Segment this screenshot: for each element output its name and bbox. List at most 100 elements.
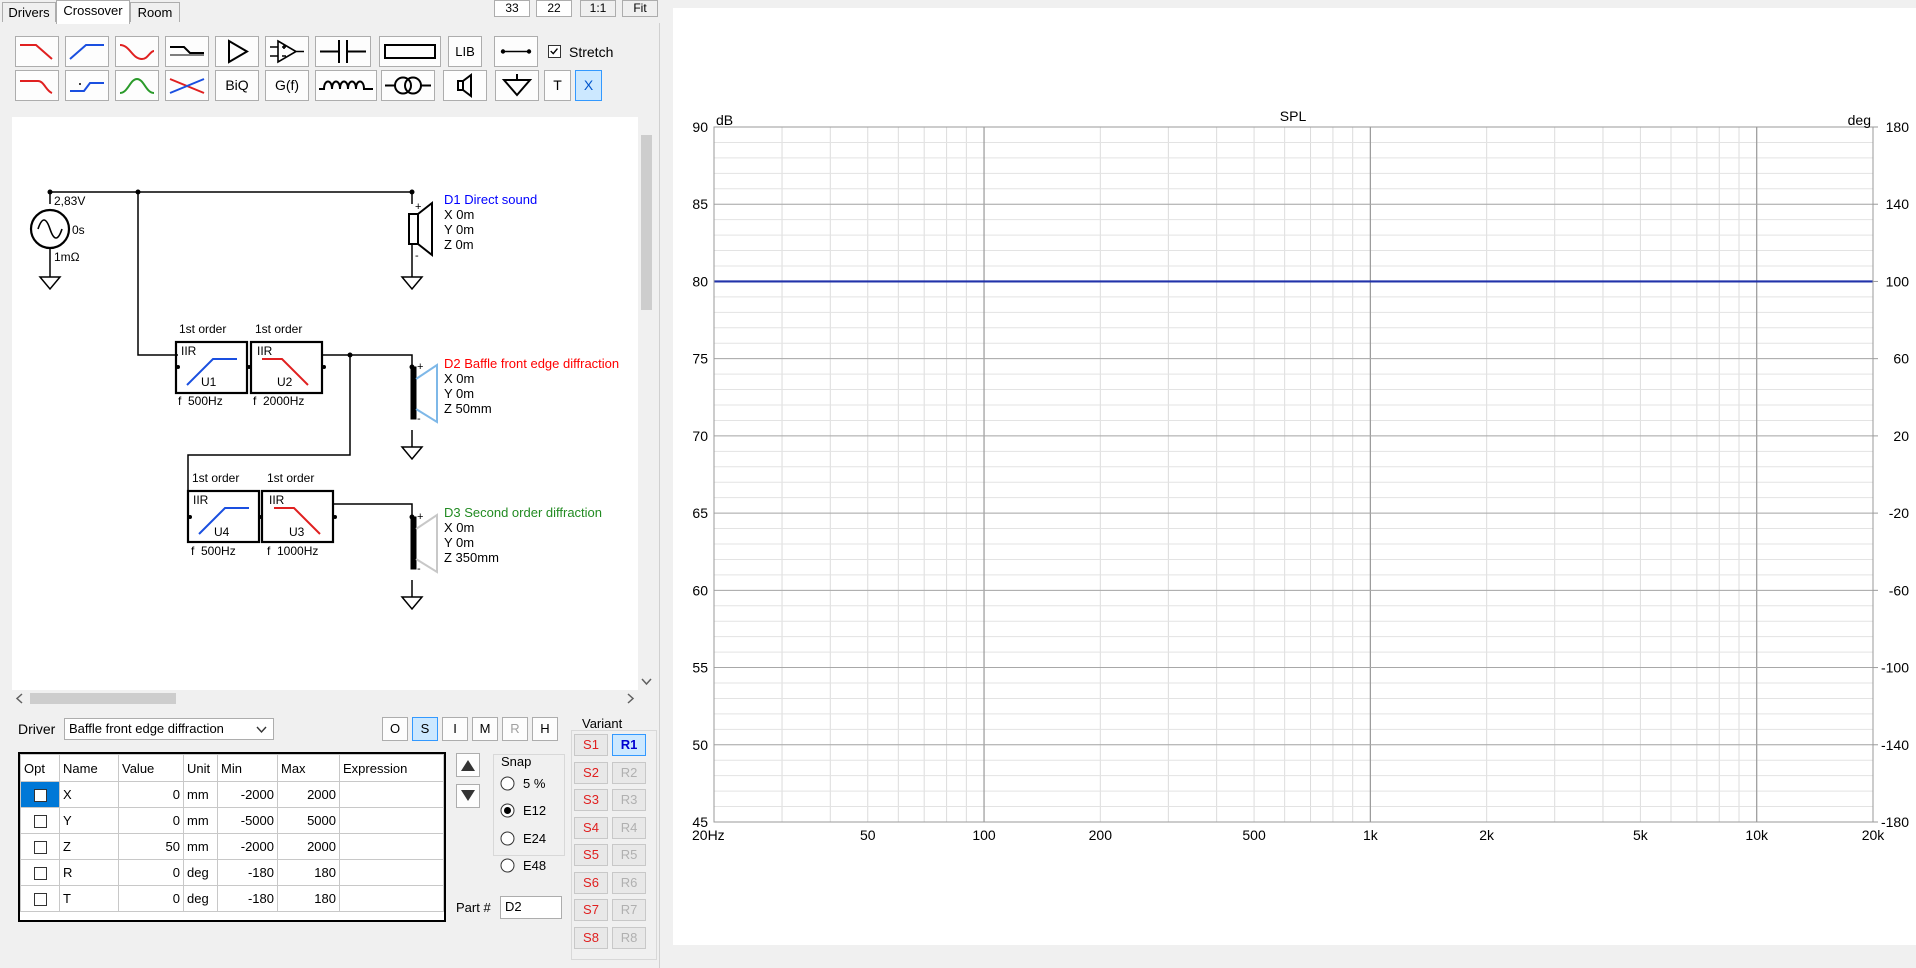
param-max[interactable]: 180 bbox=[277, 859, 340, 886]
variant-r7-button[interactable]: R7 bbox=[612, 899, 646, 921]
bandpass-shelf-tool-button[interactable] bbox=[115, 36, 159, 67]
top-value-1[interactable]: 33 bbox=[494, 0, 530, 17]
table-row[interactable]: Y 0 mm -5000 5000 bbox=[20, 807, 444, 834]
inductor-tool-button[interactable] bbox=[315, 70, 377, 101]
allpass-tool-button[interactable] bbox=[165, 36, 209, 67]
param-expression[interactable] bbox=[339, 885, 444, 912]
highpass2-tool-button[interactable] bbox=[65, 70, 109, 101]
lowpass2-tool-button[interactable] bbox=[15, 70, 59, 101]
transformer-tool-button[interactable] bbox=[381, 70, 435, 101]
opt-checkbox[interactable] bbox=[33, 789, 47, 803]
driver-d2-label[interactable]: D2 Baffle front edge diffraction X 0m Y … bbox=[444, 356, 619, 416]
table-row[interactable]: X 0 mm -2000 2000 bbox=[20, 781, 444, 808]
variant-r1-button[interactable]: R1 bbox=[612, 734, 646, 756]
variant-s3-button[interactable]: S3 bbox=[574, 789, 608, 811]
delete-tool-button[interactable]: X bbox=[575, 70, 602, 101]
param-value[interactable]: 0 bbox=[118, 781, 184, 808]
param-value[interactable]: 0 bbox=[118, 807, 184, 834]
param-min[interactable]: -180 bbox=[217, 885, 278, 912]
schematic-vertical-scrollbar[interactable] bbox=[638, 117, 655, 690]
opt-cell[interactable] bbox=[20, 807, 60, 834]
opt-checkbox[interactable] bbox=[33, 815, 47, 829]
param-value[interactable]: 0 bbox=[118, 885, 184, 912]
mode-r-button[interactable]: R bbox=[502, 717, 528, 741]
variant-s1-button[interactable]: S1 bbox=[574, 734, 608, 756]
mode-o-button[interactable]: O bbox=[382, 717, 408, 741]
tab-crossover[interactable]: Crossover bbox=[56, 0, 130, 24]
variant-r2-button[interactable]: R2 bbox=[612, 762, 646, 784]
tab-drivers[interactable]: Drivers bbox=[2, 2, 56, 22]
opt-cell[interactable] bbox=[20, 885, 60, 912]
radio-icon[interactable] bbox=[500, 858, 515, 873]
variant-s7-button[interactable]: S7 bbox=[574, 899, 608, 921]
spl-chart[interactable]: 20Hz 50 100 200 500 1k 2k 5k 10k 20k 45 50 55 60 65 70 7… bbox=[673, 8, 1916, 945]
opamp-tool-button[interactable] bbox=[265, 36, 309, 67]
table-row[interactable]: R 0 deg -180 180 bbox=[20, 859, 444, 886]
fit-button[interactable]: Fit bbox=[622, 0, 658, 17]
variant-r8-button[interactable]: R8 bbox=[612, 927, 646, 949]
opt-cell[interactable] bbox=[20, 859, 60, 886]
param-max[interactable]: 180 bbox=[277, 885, 340, 912]
mode-h-button[interactable]: H bbox=[532, 717, 558, 741]
text-tool-button[interactable]: T bbox=[544, 70, 571, 101]
stretch-check-box[interactable] bbox=[548, 45, 561, 58]
biquad-button[interactable]: BiQ bbox=[215, 70, 259, 101]
param-min[interactable]: -180 bbox=[217, 859, 278, 886]
vertical-scroll-thumb[interactable] bbox=[641, 135, 652, 310]
scroll-right-icon[interactable] bbox=[625, 693, 635, 704]
bandpass-tool-button[interactable] bbox=[115, 70, 159, 101]
scroll-down-icon[interactable] bbox=[641, 677, 652, 687]
ground-tool-button[interactable] bbox=[495, 70, 539, 101]
schematic-canvas[interactable]: + - + - + - 2,83V 0s 1mΩ D1 Direct sound X … bbox=[12, 117, 638, 690]
library-button[interactable]: LIB bbox=[448, 36, 482, 67]
radio-selected-icon[interactable] bbox=[500, 803, 515, 818]
driver-dropdown[interactable]: Baffle front edge diffraction bbox=[64, 718, 274, 740]
param-min[interactable]: -2000 bbox=[217, 833, 278, 860]
zoom-1to1-button[interactable]: 1:1 bbox=[580, 0, 616, 17]
highpass-tool-button[interactable] bbox=[65, 36, 109, 67]
param-value[interactable]: 0 bbox=[118, 859, 184, 886]
variant-r6-button[interactable]: R6 bbox=[612, 872, 646, 894]
variant-r4-button[interactable]: R4 bbox=[612, 817, 646, 839]
variant-s6-button[interactable]: S6 bbox=[574, 872, 608, 894]
param-expression[interactable] bbox=[339, 833, 444, 860]
tab-room[interactable]: Room bbox=[130, 2, 180, 22]
table-row[interactable]: T 0 deg -180 180 bbox=[20, 885, 444, 912]
notch-tool-button[interactable] bbox=[165, 70, 209, 101]
param-value[interactable]: 50 bbox=[118, 833, 184, 860]
variant-r5-button[interactable]: R5 bbox=[612, 844, 646, 866]
radio-icon[interactable] bbox=[500, 776, 515, 791]
opt-checkbox[interactable] bbox=[33, 867, 47, 881]
param-expression[interactable] bbox=[339, 859, 444, 886]
transfer-function-button[interactable]: G(f) bbox=[265, 70, 309, 101]
param-max[interactable]: 2000 bbox=[277, 781, 340, 808]
scroll-left-icon[interactable] bbox=[15, 693, 25, 704]
part-input[interactable]: D2 bbox=[500, 896, 562, 919]
move-down-button[interactable] bbox=[456, 784, 480, 808]
resistor-tool-button[interactable] bbox=[379, 36, 441, 67]
param-expression[interactable] bbox=[339, 807, 444, 834]
amplifier-tool-button[interactable] bbox=[215, 36, 259, 67]
mode-i-button[interactable]: I bbox=[442, 717, 468, 741]
radio-icon[interactable] bbox=[500, 831, 515, 846]
wire-tool-button[interactable] bbox=[494, 36, 538, 67]
horizontal-scroll-thumb[interactable] bbox=[30, 693, 176, 704]
top-value-2[interactable]: 22 bbox=[536, 0, 572, 17]
variant-s8-button[interactable]: S8 bbox=[574, 927, 608, 949]
mode-m-button[interactable]: M bbox=[472, 717, 498, 741]
param-max[interactable]: 2000 bbox=[277, 833, 340, 860]
capacitor-tool-button[interactable] bbox=[315, 36, 371, 67]
param-min[interactable]: -2000 bbox=[217, 781, 278, 808]
driver-d1-label[interactable]: D1 Direct sound X 0m Y 0m Z 0m bbox=[444, 192, 537, 252]
param-max[interactable]: 5000 bbox=[277, 807, 340, 834]
variant-s4-button[interactable]: S4 bbox=[574, 817, 608, 839]
mode-s-button[interactable]: S bbox=[412, 717, 438, 741]
variant-s2-button[interactable]: S2 bbox=[574, 762, 608, 784]
move-up-button[interactable] bbox=[456, 753, 480, 777]
opt-checkbox[interactable] bbox=[33, 893, 47, 907]
opt-cell[interactable] bbox=[20, 833, 60, 860]
opt-cell[interactable] bbox=[20, 781, 60, 808]
param-min[interactable]: -5000 bbox=[217, 807, 278, 834]
speaker-tool-button[interactable] bbox=[443, 70, 487, 101]
schematic-horizontal-scrollbar[interactable] bbox=[12, 690, 638, 707]
